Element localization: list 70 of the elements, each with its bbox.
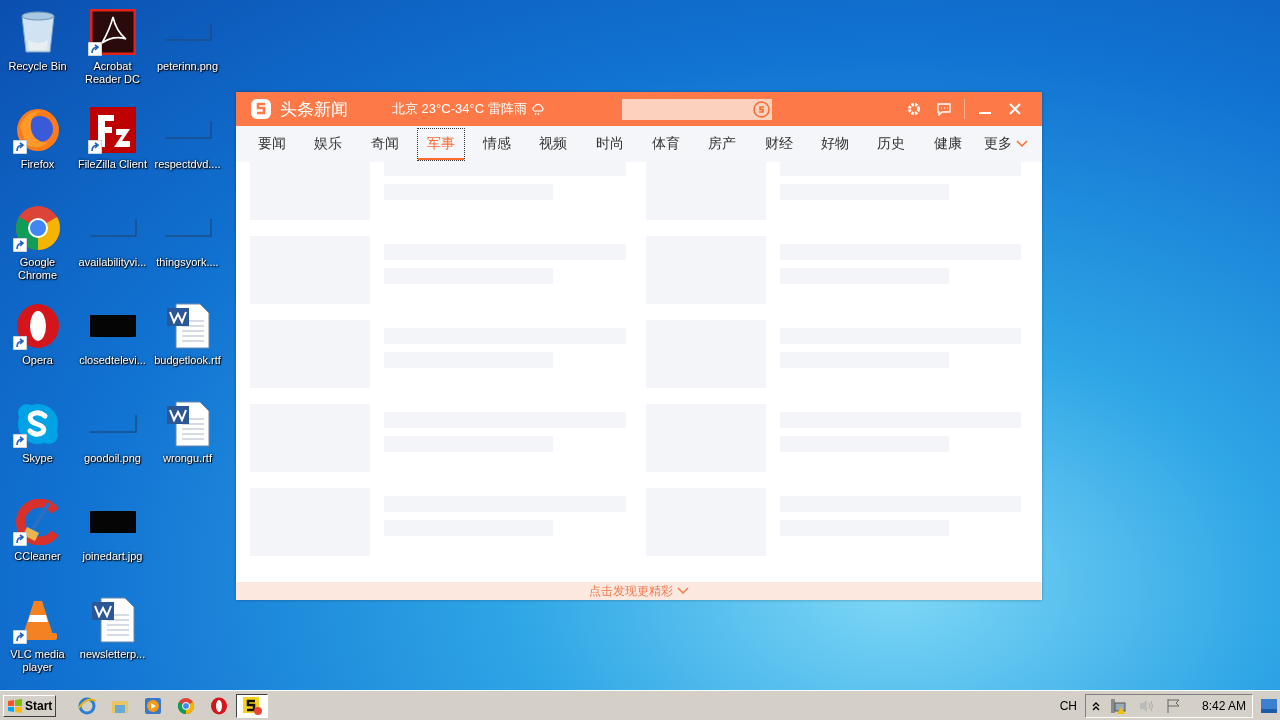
desktop-icon-label[interactable]: CCleaner xyxy=(0,550,75,563)
windows-logo-icon xyxy=(7,698,23,713)
desktop-icon-label[interactable]: Recycle Bin xyxy=(0,60,75,73)
filezilla-icon xyxy=(89,107,136,153)
desktop-icon-label[interactable]: peterinn.png xyxy=(150,60,225,73)
desktop-icon-label[interactable]: thingsyork.... xyxy=(150,256,225,269)
image-thumbnail-icon xyxy=(163,120,212,140)
image-thumbnail-icon xyxy=(88,218,137,238)
word-document-icon xyxy=(165,303,210,349)
gear-icon xyxy=(907,102,921,116)
desktop-icon-label[interactable]: wrongu.rtf xyxy=(150,452,225,465)
category-tab[interactable]: 要闻 xyxy=(248,127,296,161)
image-thumbnail-icon xyxy=(88,414,137,434)
desktop-icon-label[interactable]: Opera xyxy=(0,354,75,367)
category-tab[interactable]: 情感 xyxy=(473,127,522,161)
dark-thumbnail-icon xyxy=(89,315,136,337)
flag-icon[interactable] xyxy=(1165,697,1182,714)
category-tab[interactable]: 时尚 xyxy=(585,127,634,161)
desktop-icon-label[interactable]: Acrobat Reader DC xyxy=(75,60,150,86)
category-tab[interactable]: 好物 xyxy=(810,127,859,161)
category-tab[interactable]: 房产 xyxy=(698,127,747,161)
category-tab[interactable]: 财经 xyxy=(754,127,803,161)
desktop-icon-label[interactable]: Firefox xyxy=(0,158,75,171)
weather-text: 北京 23°C-34°C 雷阵雨 xyxy=(392,100,527,118)
image-thumbnail-icon xyxy=(163,22,212,42)
app-title: 头条新闻 xyxy=(280,98,349,121)
minimize-icon xyxy=(979,112,991,114)
language-indicator[interactable]: CH xyxy=(1059,698,1077,713)
desktop-icon-label[interactable]: Google Chrome xyxy=(0,256,75,282)
category-tab[interactable]: 体育 xyxy=(642,127,691,161)
search-icon[interactable] xyxy=(753,100,770,118)
chrome-icon xyxy=(14,205,61,251)
news-app-icon[interactable] xyxy=(236,693,269,718)
acrobat-icon xyxy=(89,9,136,55)
firefox-icon xyxy=(14,107,61,153)
clock[interactable]: 8:42 AM xyxy=(1201,698,1246,713)
category-tab[interactable]: 奇闻 xyxy=(360,127,409,161)
category-tab[interactable]: 视频 xyxy=(529,127,578,161)
speech-bubble-icon xyxy=(937,102,951,116)
chevron-up-icon[interactable] xyxy=(1091,700,1100,711)
close-icon xyxy=(1009,103,1021,115)
network-warning-icon[interactable] xyxy=(1109,697,1128,714)
desktop-icon-label[interactable]: Skype xyxy=(0,452,75,465)
desktop-icon-label[interactable]: joinedart.jpg xyxy=(75,550,150,563)
logo-icon xyxy=(250,98,272,120)
dark-thumbnail-icon xyxy=(89,511,136,533)
desktop-icon-label[interactable]: budgetlook.rtf xyxy=(150,354,225,367)
opera-icon xyxy=(14,303,61,349)
desktop-icon-label[interactable]: closedtelevi... xyxy=(75,354,150,367)
desktop-icon-label[interactable]: FileZilla Client xyxy=(75,158,150,171)
cloud-icon xyxy=(530,103,545,115)
desktop-icon-label[interactable]: newsletterp... xyxy=(75,648,150,661)
category-tab[interactable]: 娱乐 xyxy=(304,127,353,161)
category-tab[interactable]: 健康 xyxy=(923,127,972,161)
desktop-icon-label[interactable]: availabilityvi... xyxy=(75,256,150,269)
start-button[interactable]: Start xyxy=(3,694,57,717)
desktop-icon-label[interactable]: goodoil.png xyxy=(75,452,150,465)
desktop-icon-label[interactable]: respectdvd.... xyxy=(150,158,225,171)
chevron-down-icon xyxy=(1015,140,1028,148)
search-field[interactable] xyxy=(622,98,772,120)
ccleaner-icon xyxy=(14,499,61,545)
word-document-icon xyxy=(165,401,210,447)
show-desktop-icon[interactable] xyxy=(1261,698,1277,713)
volume-icon[interactable] xyxy=(1137,697,1156,714)
desktop-icon-label[interactable]: VLC media player xyxy=(0,648,75,674)
category-tab[interactable]: 历史 xyxy=(867,127,916,161)
more-tab[interactable]: 更多 xyxy=(979,129,1032,159)
chevron-down-icon xyxy=(677,587,689,595)
word-document-icon xyxy=(90,597,135,643)
image-thumbnail-icon xyxy=(163,218,212,238)
